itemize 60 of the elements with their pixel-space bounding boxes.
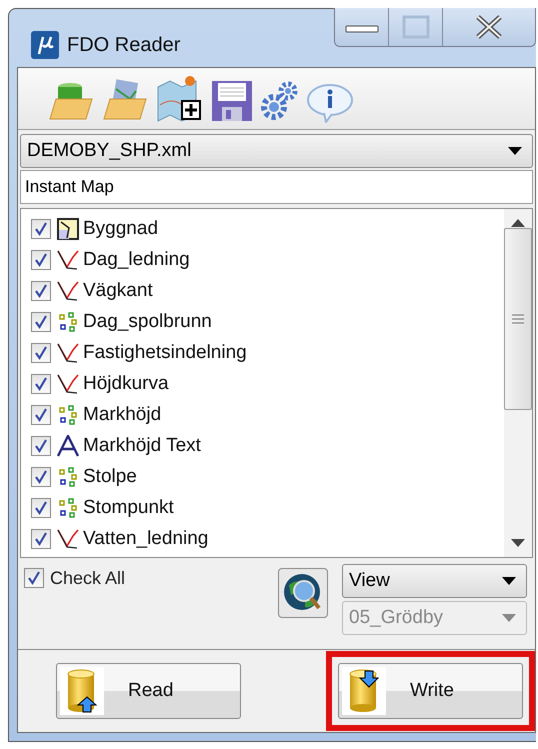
layer-name: Stompunkt [83, 496, 174, 518]
action-button[interactable]: Write [338, 663, 523, 719]
check-all-checkbox[interactable] [24, 568, 44, 588]
check-all-label: Check All [50, 568, 126, 589]
polygon-layer-icon [57, 218, 79, 240]
zoom-globe-button[interactable] [278, 568, 328, 618]
layer-name: Höjdkurva [83, 372, 169, 394]
line-layer-icon [57, 280, 79, 302]
window-title: FDO Reader [67, 34, 180, 56]
close-icon [475, 15, 503, 39]
layer-checkbox[interactable] [31, 466, 51, 486]
line-layer-icon [57, 528, 79, 550]
layer-checkbox[interactable] [31, 312, 51, 332]
layer-name: Markhöjd [83, 404, 162, 426]
text-layer-icon [57, 434, 79, 456]
layer-name: Markhöjd Text [83, 434, 201, 456]
line-layer-icon [57, 342, 79, 364]
info-icon[interactable] [306, 83, 354, 123]
app-icon [31, 31, 59, 59]
database-upload-icon [67, 669, 97, 713]
database-download-icon [349, 669, 379, 713]
layer-checkbox[interactable] [31, 280, 51, 300]
layer-checkbox[interactable] [31, 250, 51, 270]
layer-name: Vägkant [83, 280, 153, 302]
scroll-down-icon[interactable] [511, 539, 525, 547]
layer-name: Stolpe [83, 466, 137, 488]
dropdown-arrow-icon [508, 147, 522, 155]
point-layer-icon [57, 310, 79, 332]
maximize-icon [400, 15, 430, 39]
point-layer-icon [57, 496, 79, 518]
dropdown-arrow-icon [502, 577, 516, 585]
layer-checkbox[interactable] [31, 218, 51, 238]
layer-name: Fastighetsindelning [83, 342, 247, 364]
save-icon[interactable] [210, 79, 254, 123]
layer-name: Byggnad [83, 218, 158, 240]
source-dropdown[interactable]: DEMOBY_SHP.xml [20, 134, 533, 168]
scrollbar-thumb[interactable] [504, 228, 532, 410]
line-layer-icon [57, 248, 79, 270]
line-layer-icon [57, 372, 79, 394]
layer-checkbox[interactable] [31, 498, 51, 518]
layer-name: Vatten_ledning [83, 528, 208, 550]
layer-name: Dag_spolbrunn [83, 310, 212, 332]
settings-icon[interactable] [260, 79, 300, 123]
layer-checkbox[interactable] [31, 342, 51, 362]
view-dropdown[interactable]: View [342, 564, 527, 598]
add-map-icon[interactable] [156, 75, 204, 123]
layer-checkbox[interactable] [31, 404, 51, 424]
layer-checkbox[interactable] [31, 374, 51, 394]
globe-search-icon [283, 573, 323, 613]
map-name-field[interactable]: Instant Map [20, 170, 533, 204]
close-button[interactable] [443, 8, 535, 46]
layer-checkbox[interactable] [31, 528, 51, 548]
minimize-button[interactable] [335, 8, 389, 46]
dropdown-arrow-icon [502, 614, 516, 622]
point-layer-icon [57, 404, 79, 426]
action-button[interactable]: Read [56, 663, 241, 719]
vertical-scrollbar[interactable] [504, 209, 532, 557]
layer-name: Dag_ledning [83, 248, 190, 270]
layer-checkbox[interactable] [31, 436, 51, 456]
point-layer-icon [57, 466, 79, 488]
